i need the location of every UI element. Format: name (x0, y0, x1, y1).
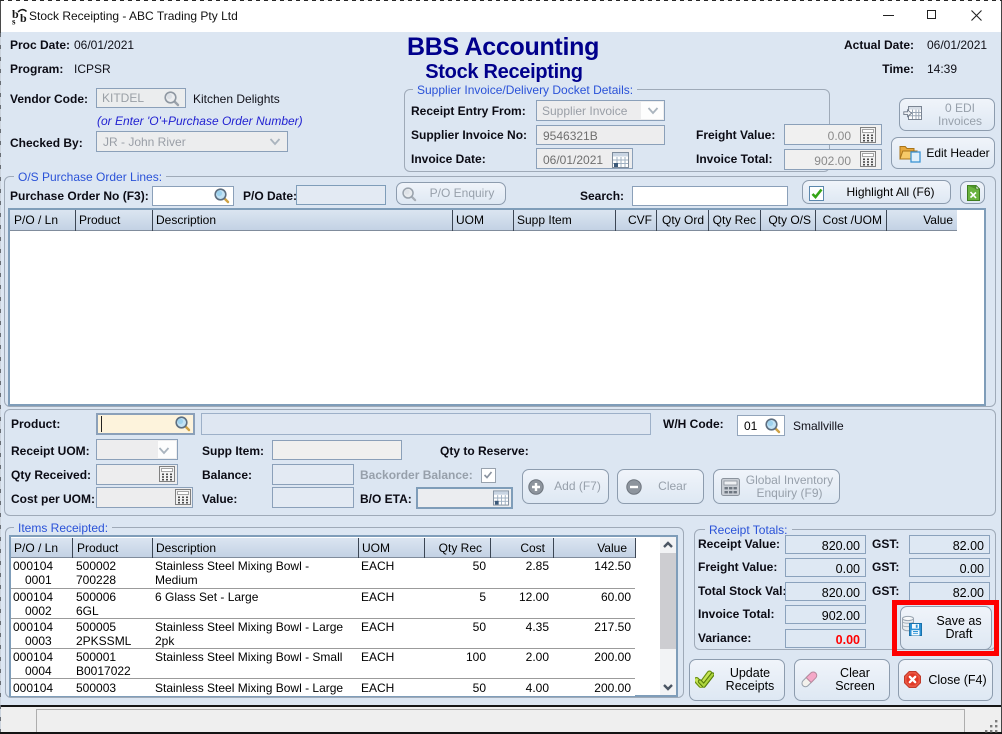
svg-text:s: s (12, 17, 16, 27)
svg-text:b: b (20, 11, 27, 25)
